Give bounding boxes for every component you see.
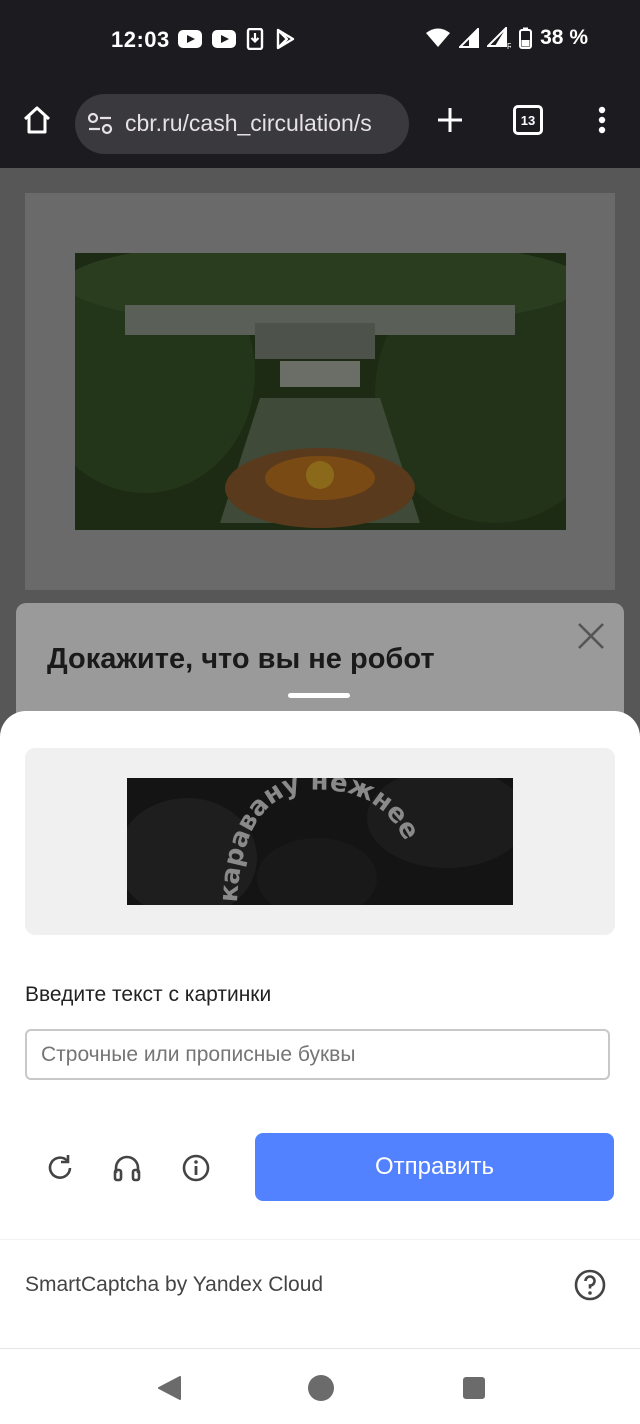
help-icon[interactable]	[573, 1268, 607, 1302]
tab-count[interactable]: 13	[513, 105, 543, 135]
captcha-prompt-label: Введите текст с картинки	[25, 983, 272, 1006]
site-settings-icon[interactable]	[87, 112, 113, 136]
browser-toolbar: cbr.ru/cash_circulation/s 13	[0, 84, 640, 168]
status-bar: 12:03 R 38 %	[0, 0, 640, 84]
youtube-icon	[178, 30, 202, 48]
refresh-icon[interactable]	[40, 1148, 80, 1188]
drag-handle[interactable]	[288, 693, 350, 698]
home-nav-icon[interactable]	[306, 1373, 336, 1403]
svg-text:R: R	[507, 42, 511, 49]
captcha-image-container: каравану нежнее	[25, 748, 615, 935]
footer-divider	[0, 1239, 640, 1240]
play-store-icon	[276, 28, 295, 50]
battery-icon	[519, 27, 533, 49]
download-icon	[246, 28, 264, 50]
system-nav-bar	[0, 1348, 640, 1424]
back-icon[interactable]	[154, 1373, 184, 1403]
captcha-text-input[interactable]	[25, 1029, 610, 1080]
battery-percent: 38 %	[540, 26, 588, 49]
home-icon[interactable]	[19, 102, 55, 138]
info-icon[interactable]	[176, 1148, 216, 1188]
recents-icon[interactable]	[459, 1373, 489, 1403]
captcha-image: каравану нежнее	[127, 778, 513, 905]
audio-icon[interactable]	[107, 1148, 147, 1188]
new-tab-icon[interactable]	[432, 102, 468, 138]
url-text[interactable]: cbr.ru/cash_circulation/s	[125, 110, 372, 137]
tab-switcher-icon[interactable]: 13	[510, 102, 546, 138]
more-menu-icon[interactable]	[584, 102, 620, 138]
captcha-sheet: каравану нежнее Введите текст с картинки…	[0, 711, 640, 1348]
status-time: 12:03	[111, 27, 170, 52]
close-icon[interactable]	[574, 619, 608, 653]
youtube-icon	[212, 30, 236, 48]
signal-roaming-icon: R	[487, 27, 511, 49]
wifi-icon	[426, 28, 451, 47]
dialog-title: Докажите, что вы не робот	[47, 643, 435, 675]
address-bar[interactable]: cbr.ru/cash_circulation/s	[75, 94, 409, 154]
submit-button[interactable]: Отправить	[255, 1133, 614, 1201]
signal-icon	[459, 28, 480, 48]
page-hero-image	[75, 253, 566, 530]
captcha-provider-label: SmartCaptcha by Yandex Cloud	[25, 1273, 324, 1296]
